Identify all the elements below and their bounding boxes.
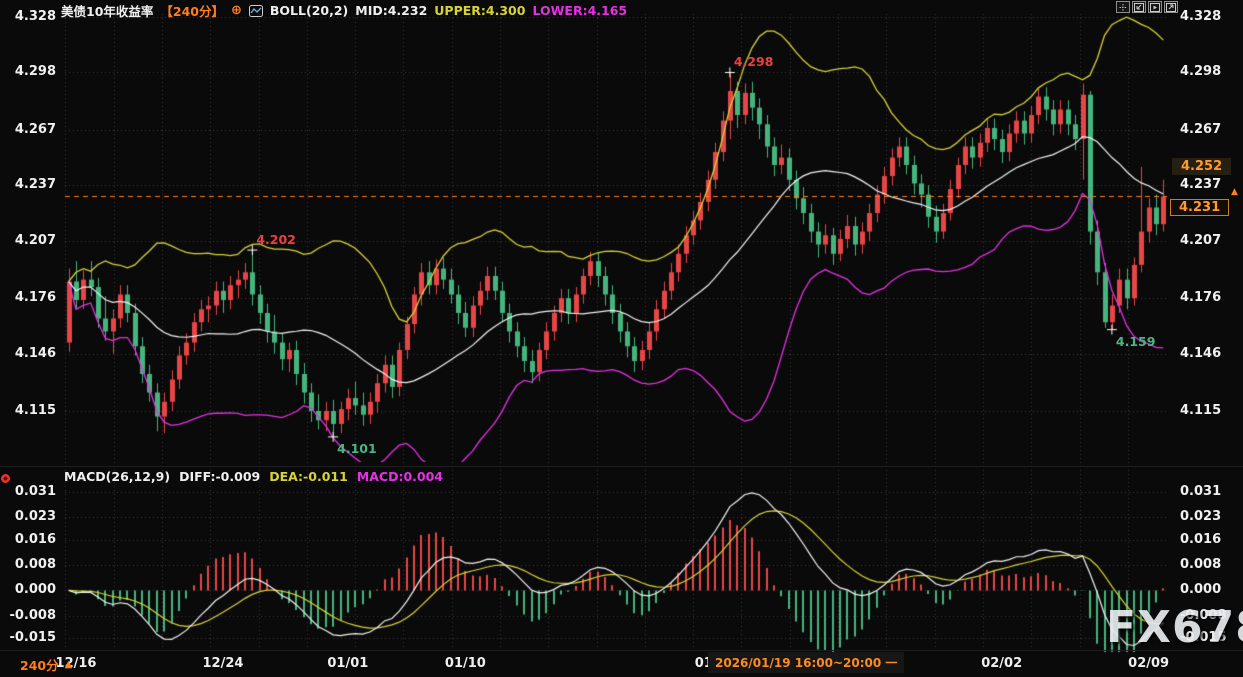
macd-params-label: MACD(26,12,9) [64, 469, 170, 484]
price-axis-label-right: 4.207 [1180, 233, 1221, 248]
macd-pane-marker-icon[interactable] [1, 474, 10, 483]
candlestick-chart-icon [249, 5, 263, 17]
swing-low-label: 4.101 [337, 441, 377, 456]
add-indicator-icon[interactable]: ⊕ [231, 5, 242, 17]
price-axis-label-left: 4.267 [8, 122, 56, 137]
macd-value: MACD:0.004 [357, 469, 443, 484]
hovered-time-tooltip: 2026/01/19 16:00~20:00 一 [708, 652, 904, 673]
interval-badge: 【240分】 [160, 1, 224, 20]
price-axis-label-right: 4.146 [1180, 346, 1221, 361]
price-axis-label-right: 4.328 [1180, 9, 1221, 24]
date-axis-label: 01/01 [327, 656, 368, 671]
triangle-up-icon: ▲ [65, 659, 73, 670]
chart-canvas[interactable] [0, 0, 1243, 677]
price-axis-label-left: 4.176 [8, 290, 56, 305]
macd-axis-label-right: 0.031 [1180, 484, 1221, 499]
price-axis-label-left: 4.298 [8, 64, 56, 79]
move-tool-button[interactable] [1116, 1, 1130, 13]
macd-legend: MACD(26,12,9) DIFF:-0.009 DEA:-0.011 MAC… [64, 469, 443, 484]
marked-level-badge: 4.252 [1172, 158, 1231, 175]
price-axis-label-left: 4.207 [8, 233, 56, 248]
chart-title: 美债10年收益率 [61, 1, 153, 20]
macd-axis-label-left: 0.023 [8, 509, 56, 524]
chart-app: 美债10年收益率 【240分】 ⊕ BOLL(20,2) MID:4.232 U… [0, 0, 1243, 677]
macd-axis-label-right: 0.008 [1180, 557, 1221, 572]
watermark: FX678 [1106, 602, 1243, 653]
macd-axis-label-left: -0.008 [8, 608, 56, 623]
swing-low-label: 4.159 [1116, 334, 1156, 349]
price-axis-label-left: 4.146 [8, 346, 56, 361]
popout-panel-button[interactable] [1164, 1, 1178, 13]
macd-axis-label-left: -0.015 [8, 630, 56, 645]
macd-axis-label-left: 0.031 [8, 484, 56, 499]
price-axis-label-right: 4.176 [1180, 290, 1221, 305]
current-price-badge: 4.231 [1170, 199, 1229, 216]
price-axis-label-left: 4.115 [8, 403, 56, 418]
date-axis-label: 02/09 [1128, 656, 1169, 671]
swing-high-label: 4.298 [734, 54, 774, 69]
date-axis-label: 12/24 [202, 656, 243, 671]
pane-divider [0, 466, 1243, 467]
price-axis-label-left: 4.328 [8, 9, 56, 24]
boll-mid-value: MID:4.232 [355, 3, 427, 18]
macd-axis-label-right: 0.016 [1180, 532, 1221, 547]
boll-lower-value: LOWER:4.165 [532, 3, 627, 18]
macd-dea-value: DEA:-0.011 [269, 469, 348, 484]
macd-axis-label-right: 0.023 [1180, 509, 1221, 524]
price-axis-label-right: 4.267 [1180, 122, 1221, 137]
date-axis-label: 01/10 [445, 656, 486, 671]
price-axis-label-right: 4.115 [1180, 403, 1221, 418]
play-forward-button[interactable] [1148, 1, 1162, 13]
main-chart-legend: 美债10年收益率 【240分】 ⊕ BOLL(20,2) MID:4.232 U… [61, 1, 627, 20]
macd-axis-label-left: 0.008 [8, 557, 56, 572]
macd-axis-label-left: 0.016 [8, 532, 56, 547]
boll-upper-value: UPPER:4.300 [434, 3, 525, 18]
date-axis-label: 02/02 [981, 656, 1022, 671]
macd-axis-label-right: 0.000 [1180, 582, 1221, 597]
price-axis-label-right: 4.298 [1180, 64, 1221, 79]
date-axis-divider [0, 650, 1243, 651]
macd-axis-label-left: 0.000 [8, 582, 56, 597]
swing-high-label: 4.202 [256, 232, 296, 247]
dock-panel-button[interactable] [1132, 1, 1146, 13]
interval-selector-label: 240分 [20, 655, 59, 674]
macd-diff-value: DIFF:-0.009 [179, 469, 260, 484]
price-axis-label-right: 4.237 [1180, 177, 1221, 192]
latest-price-arrow-icon: ▲ [1231, 187, 1238, 197]
interval-selector[interactable]: 240分 ▲ [20, 655, 72, 674]
price-axis-label-left: 4.237 [8, 177, 56, 192]
chart-toolbar [1116, 1, 1178, 13]
boll-label: BOLL(20,2) [270, 3, 348, 18]
